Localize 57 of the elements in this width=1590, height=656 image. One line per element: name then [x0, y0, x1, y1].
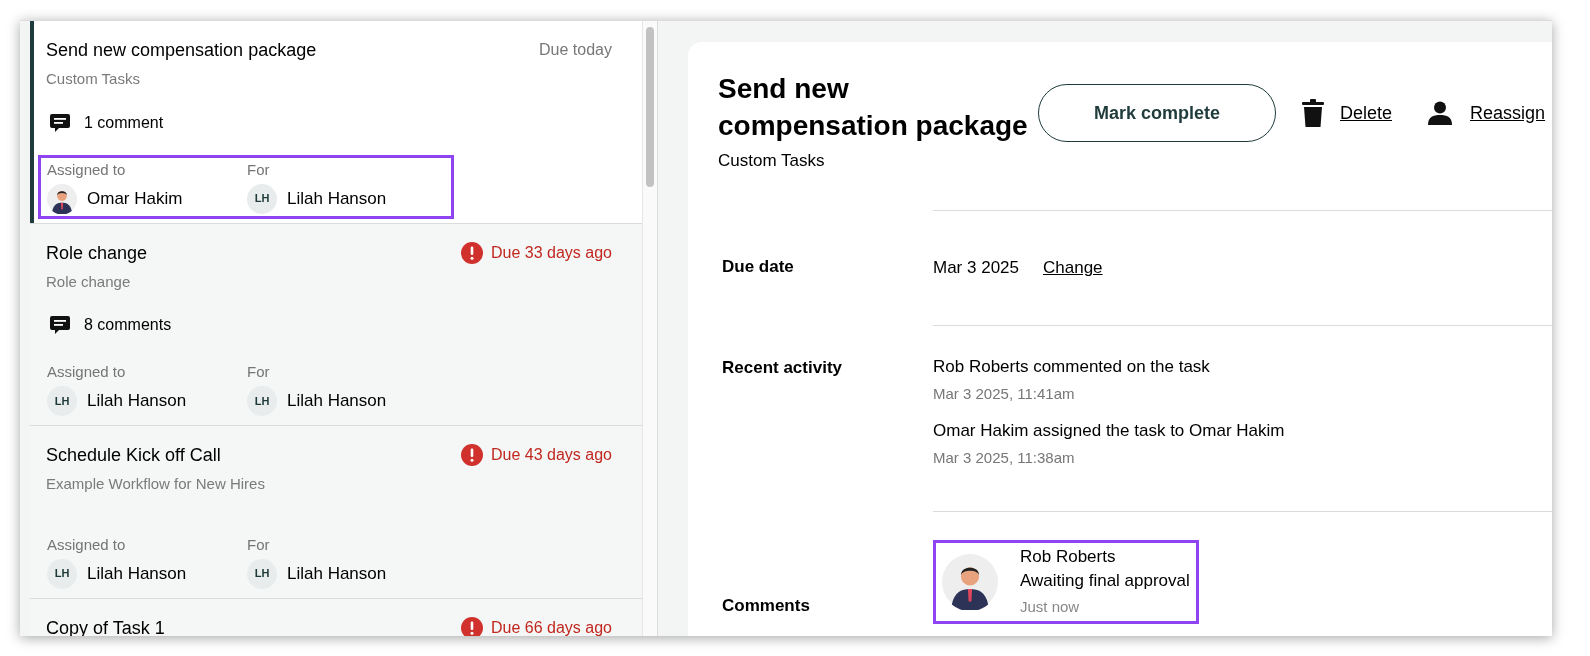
- initials-avatar: LH: [247, 558, 277, 589]
- change-link[interactable]: Change: [1043, 254, 1103, 281]
- alert-icon: [461, 444, 483, 466]
- task-card[interactable]: Send new compensation package Due today Custom Tasks 1 comment Assigned to Omar Hakim For LH Lilah Hanson: [30, 21, 642, 224]
- due-date-value: Mar 3 2025: [933, 256, 1019, 279]
- person-label: Assigned to: [47, 159, 126, 180]
- comment-time: Just now: [1020, 596, 1081, 617]
- task-title: Role change: [46, 241, 148, 265]
- person-label: For: [247, 159, 270, 180]
- comment-icon: [50, 113, 70, 132]
- activity-time: Mar 3 2025, 11:38am: [933, 448, 1075, 468]
- delete-link[interactable]: Delete: [1340, 99, 1393, 127]
- avatar-icon: [47, 183, 77, 214]
- person-label: For: [247, 362, 270, 382]
- field-label: Recent activity: [722, 357, 842, 377]
- field-label: Comments: [722, 595, 810, 615]
- activity-time: Mar 3 2025, 11:41am: [933, 384, 1075, 404]
- comment-icon: [50, 316, 70, 334]
- activity-text: Rob Roberts commented on the task: [933, 355, 1210, 378]
- person-name: Omar Hakim: [87, 187, 183, 210]
- task-title: Schedule Kick off Call: [46, 444, 221, 467]
- initials-avatar: LH: [247, 183, 277, 214]
- avatar-icon: [942, 553, 998, 610]
- due-label: Due 33 days ago: [491, 242, 612, 263]
- trash-icon: [1302, 99, 1324, 127]
- detail-title: Send new compensation package: [718, 72, 1029, 143]
- due-label: Due 43 days ago: [491, 445, 612, 465]
- person-label: For: [247, 534, 270, 555]
- initials-avatar: LH: [47, 558, 77, 589]
- workflow-name: Custom Tasks: [46, 69, 140, 89]
- alert-icon: [461, 616, 483, 636]
- comment-author: Rob Roberts: [1020, 545, 1117, 568]
- field-label: Due date: [722, 256, 794, 279]
- alert-icon: [461, 241, 483, 264]
- initials-avatar: LH: [247, 386, 277, 416]
- comment-count: 8 comments: [84, 315, 172, 335]
- workflow-name: Example Workflow for New Hires: [46, 474, 265, 494]
- due-label: Due 66 days ago: [491, 617, 612, 636]
- person-name: Lilah Hanson: [87, 562, 187, 585]
- detail-workflow: Custom Tasks: [718, 150, 825, 172]
- person-icon: [1428, 101, 1453, 125]
- comment-count: 1 comment: [84, 112, 164, 133]
- person-name: Lilah Hanson: [87, 390, 187, 413]
- comment-text: Awaiting final approval: [1020, 569, 1190, 592]
- person-name: Lilah Hanson: [287, 187, 387, 210]
- scrollbar-thumb[interactable]: [646, 27, 654, 187]
- task-title: Send new compensation package: [46, 39, 317, 62]
- person-name: Lilah Hanson: [287, 562, 387, 585]
- due-label: Due today: [539, 40, 612, 60]
- person-label: Assigned to: [47, 534, 126, 555]
- mark-complete-button[interactable]: Mark complete: [1038, 84, 1276, 142]
- activity-text: Omar Hakim assigned the task to Omar Hakim: [933, 419, 1285, 442]
- person-label: Assigned to: [47, 362, 126, 382]
- person-name: Lilah Hanson: [287, 390, 387, 413]
- workflow-name: Role change: [46, 271, 131, 292]
- reassign-link[interactable]: Reassign: [1470, 99, 1546, 127]
- initials-avatar: LH: [47, 386, 77, 416]
